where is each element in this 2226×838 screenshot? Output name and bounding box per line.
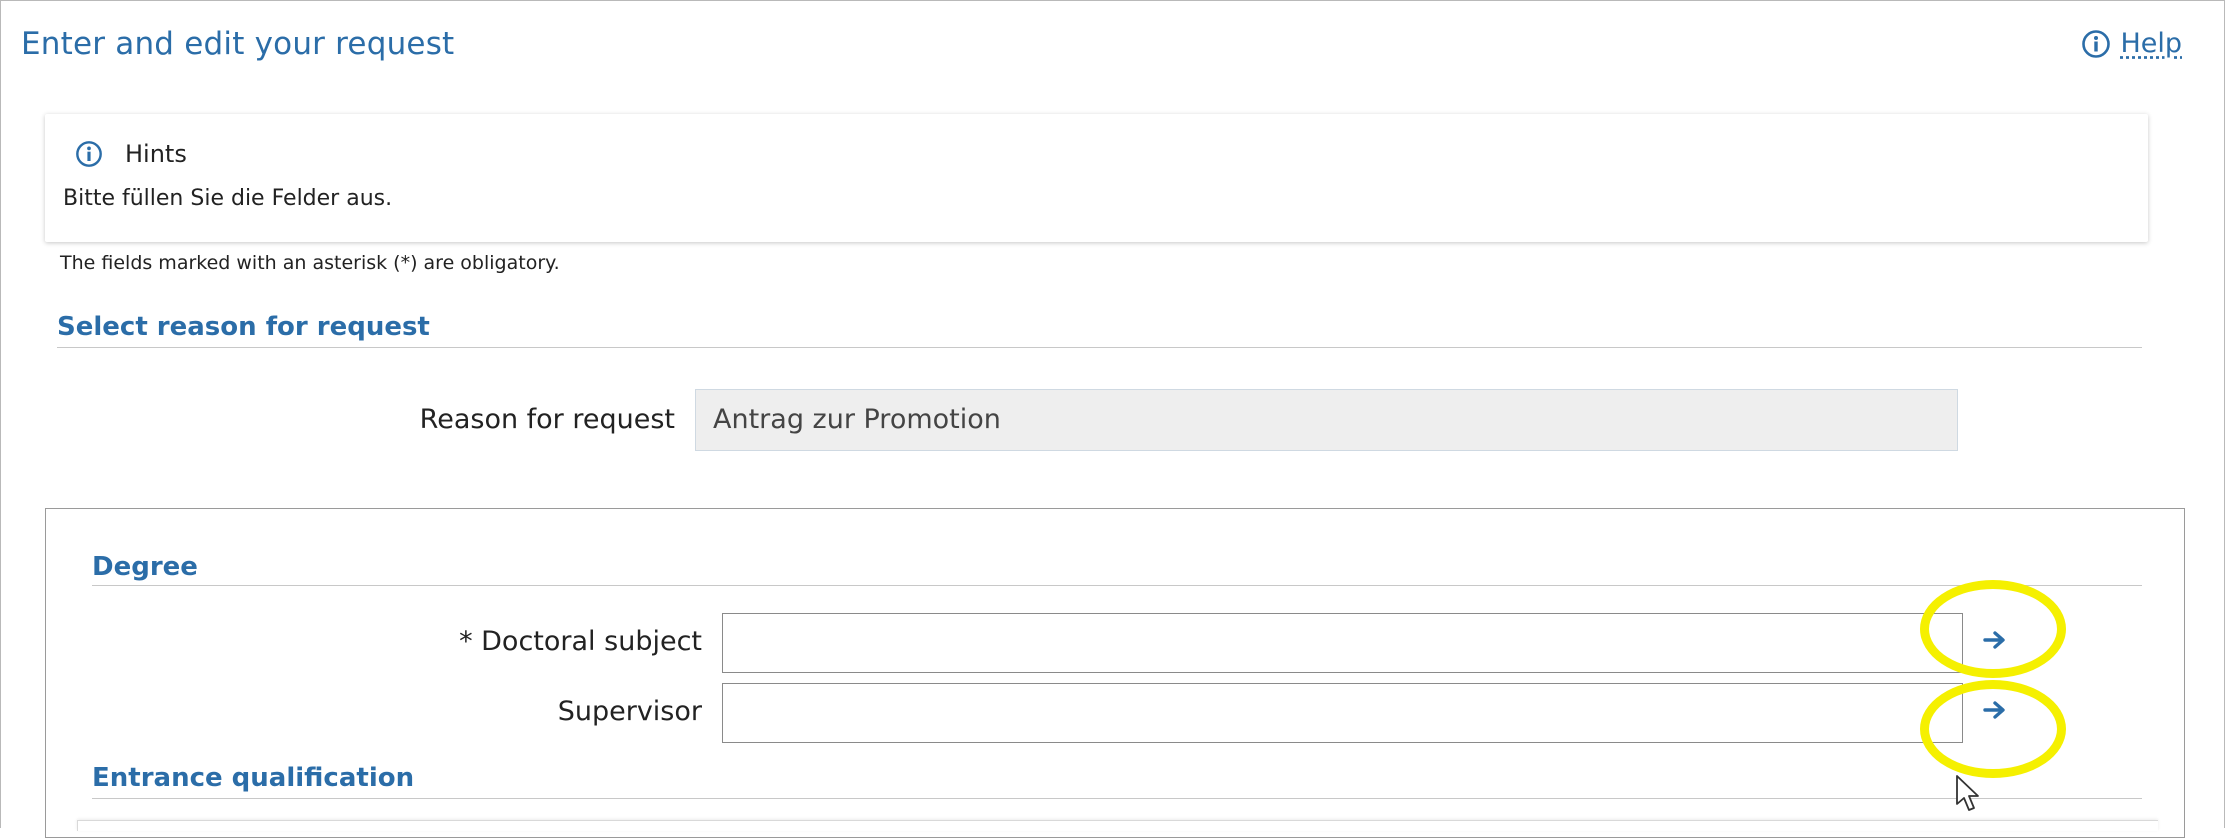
hints-header: Hints (75, 140, 187, 168)
section-heading-entrance: Entrance qualification (92, 763, 2142, 799)
section-heading-degree: Degree (92, 552, 2142, 586)
hints-text: Bitte füllen Sie die Felder aus. (63, 186, 393, 211)
help-label[interactable]: Help (2120, 28, 2182, 59)
mandatory-note: The fields marked with an asterisk (*) a… (60, 252, 560, 274)
help-link[interactable]: Help (2081, 28, 2182, 59)
hints-title: Hints (125, 140, 187, 168)
reason-label: Reason for request (419, 404, 675, 435)
highlight-annotation (1920, 580, 2066, 678)
doctoral-subject-input[interactable] (722, 613, 1963, 673)
page-title: Enter and edit your request (21, 26, 455, 62)
supervisor-label: Supervisor (557, 696, 702, 727)
entrance-qualification-box (77, 820, 2158, 831)
mouse-pointer-icon (1955, 774, 1981, 818)
reason-value-field: Antrag zur Promotion (695, 389, 1958, 451)
doctoral-subject-label: * Doctoral subject (459, 626, 702, 657)
supervisor-input[interactable] (722, 683, 1963, 743)
info-icon (75, 140, 103, 168)
hints-box: Hints Bitte füllen Sie die Felder aus. (45, 114, 2148, 242)
info-icon (2081, 29, 2111, 59)
section-heading-reason: Select reason for request (57, 312, 2142, 348)
